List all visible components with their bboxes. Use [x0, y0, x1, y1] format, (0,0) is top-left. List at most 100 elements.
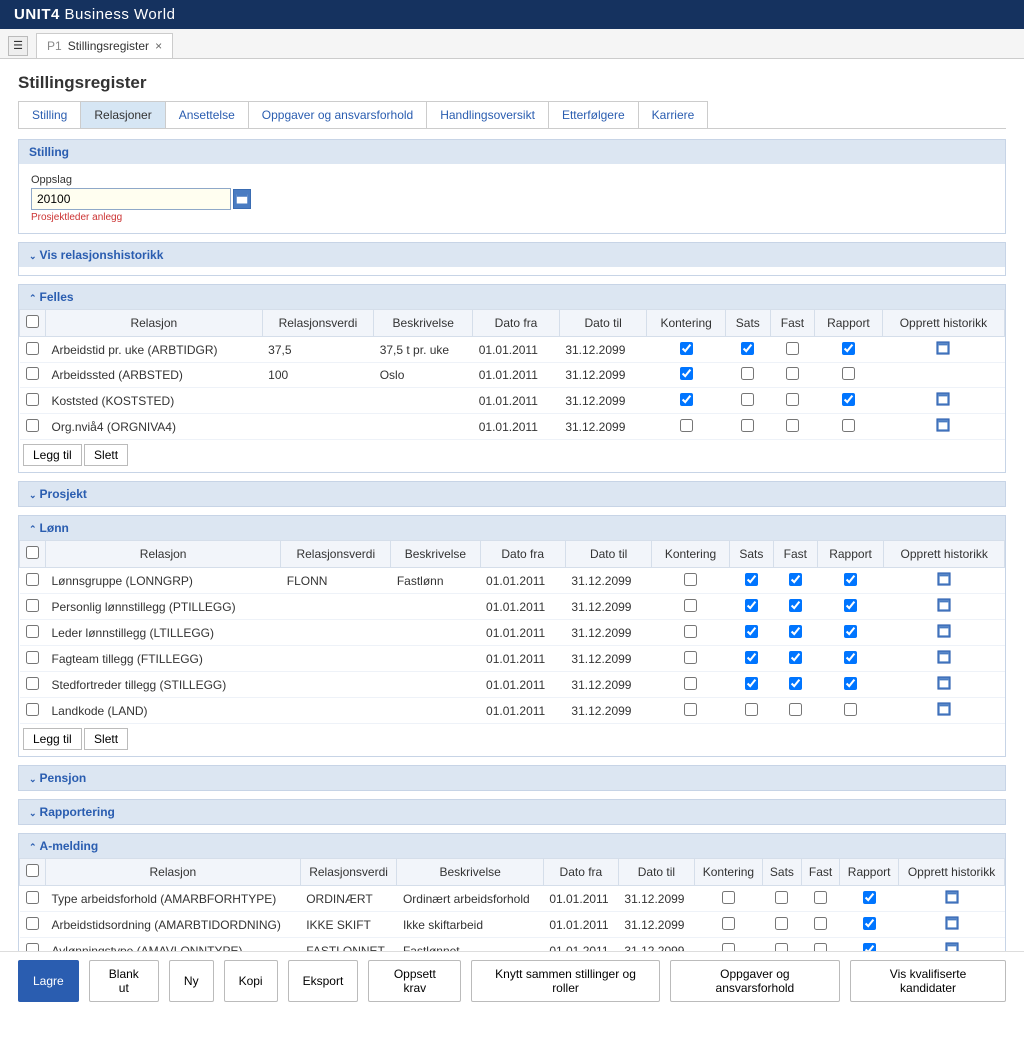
checkbox[interactable]: [680, 393, 693, 406]
historikk-icon[interactable]: [937, 572, 951, 586]
checkbox[interactable]: [775, 917, 788, 930]
historikk-icon[interactable]: [945, 890, 959, 904]
row-select-checkbox[interactable]: [26, 342, 39, 355]
section-amelding-head[interactable]: ⌃A-melding: [19, 834, 1005, 858]
checkbox[interactable]: [786, 367, 799, 380]
checkbox[interactable]: [745, 703, 758, 716]
section-vis-historikk-head[interactable]: ⌄Vis relasjonshistorikk: [19, 243, 1005, 267]
historikk-icon[interactable]: [936, 392, 950, 406]
checkbox[interactable]: [745, 599, 758, 612]
blankut-button[interactable]: Blank ut: [89, 960, 159, 1002]
checkbox[interactable]: [814, 891, 827, 904]
checkbox[interactable]: [844, 677, 857, 690]
leggtil-button[interactable]: Legg til: [23, 444, 82, 466]
row-select-checkbox[interactable]: [26, 625, 39, 638]
tab-ansettelse[interactable]: Ansettelse: [165, 101, 249, 128]
table-row[interactable]: Org.nviå4 (ORGNIVA4)01.01.201131.12.2099: [20, 414, 1005, 440]
historikk-icon[interactable]: [937, 650, 951, 664]
historikk-icon[interactable]: [937, 676, 951, 690]
table-row[interactable]: Stedfortreder tillegg (STILLEGG)01.01.20…: [20, 672, 1005, 698]
row-select-checkbox[interactable]: [26, 891, 39, 904]
checkbox[interactable]: [786, 342, 799, 355]
checkbox[interactable]: [842, 393, 855, 406]
checkbox[interactable]: [741, 393, 754, 406]
menu-icon[interactable]: ☰: [8, 36, 28, 56]
checkbox[interactable]: [745, 625, 758, 638]
oppgaver-button[interactable]: Oppgaver og ansvarsforhold: [670, 960, 840, 1002]
checkbox[interactable]: [844, 703, 857, 716]
select-all-checkbox[interactable]: [26, 546, 39, 559]
historikk-icon[interactable]: [937, 598, 951, 612]
checkbox[interactable]: [842, 342, 855, 355]
checkbox[interactable]: [684, 651, 697, 664]
table-row[interactable]: Arbeidstidsordning (AMARBTIDORDNING)IKKE…: [20, 912, 1005, 938]
historikk-icon[interactable]: [937, 624, 951, 638]
eksport-button[interactable]: Eksport: [288, 960, 359, 1002]
kopi-button[interactable]: Kopi: [224, 960, 278, 1002]
checkbox[interactable]: [814, 917, 827, 930]
checkbox[interactable]: [684, 677, 697, 690]
checkbox[interactable]: [844, 651, 857, 664]
table-row[interactable]: Leder lønnstillegg (LTILLEGG)01.01.20113…: [20, 620, 1005, 646]
table-row[interactable]: Arbeidstid pr. uke (ARBTIDGR)37,537,5 t …: [20, 337, 1005, 363]
oppsettkrav-button[interactable]: Oppsett krav: [368, 960, 461, 1002]
tab-karriere[interactable]: Karriere: [638, 101, 709, 128]
historikk-icon[interactable]: [936, 341, 950, 355]
checkbox[interactable]: [680, 342, 693, 355]
select-all-checkbox[interactable]: [26, 315, 39, 328]
checkbox[interactable]: [741, 342, 754, 355]
checkbox[interactable]: [789, 651, 802, 664]
table-row[interactable]: Arbeidssted (ARBSTED)100Oslo01.01.201131…: [20, 363, 1005, 388]
row-select-checkbox[interactable]: [26, 599, 39, 612]
checkbox[interactable]: [684, 625, 697, 638]
checkbox[interactable]: [842, 367, 855, 380]
tab-handlingsoversikt[interactable]: Handlingsoversikt: [426, 101, 549, 128]
row-select-checkbox[interactable]: [26, 419, 39, 432]
historikk-icon[interactable]: [937, 702, 951, 716]
checkbox[interactable]: [789, 599, 802, 612]
row-select-checkbox[interactable]: [26, 917, 39, 930]
checkbox[interactable]: [789, 703, 802, 716]
table-row[interactable]: Koststed (KOSTSTED)01.01.201131.12.2099: [20, 388, 1005, 414]
table-row[interactable]: Type arbeidsforhold (AMARBFORHTYPE)ORDIN…: [20, 886, 1005, 912]
close-icon[interactable]: ×: [155, 39, 162, 53]
select-all-checkbox[interactable]: [26, 864, 39, 877]
checkbox[interactable]: [745, 677, 758, 690]
row-select-checkbox[interactable]: [26, 651, 39, 664]
checkbox[interactable]: [863, 891, 876, 904]
viskvalifiserte-button[interactable]: Vis kvalifiserte kandidater: [850, 960, 1006, 1002]
checkbox[interactable]: [786, 393, 799, 406]
row-select-checkbox[interactable]: [26, 677, 39, 690]
slett-button[interactable]: Slett: [84, 728, 128, 750]
table-row[interactable]: Personlig lønnstillegg (PTILLEGG)01.01.2…: [20, 594, 1005, 620]
checkbox[interactable]: [842, 419, 855, 432]
table-row[interactable]: Fagteam tillegg (FTILLEGG)01.01.201131.1…: [20, 646, 1005, 672]
checkbox[interactable]: [789, 625, 802, 638]
checkbox[interactable]: [684, 703, 697, 716]
section-rapportering-head[interactable]: ⌄Rapportering: [19, 800, 1005, 824]
checkbox[interactable]: [745, 573, 758, 586]
checkbox[interactable]: [775, 891, 788, 904]
tab-etterfolgere[interactable]: Etterfølgere: [548, 101, 639, 128]
tab-oppgaver[interactable]: Oppgaver og ansvarsforhold: [248, 101, 427, 128]
checkbox[interactable]: [844, 599, 857, 612]
oppslag-input[interactable]: [31, 188, 231, 210]
historikk-icon[interactable]: [945, 916, 959, 930]
lagre-button[interactable]: Lagre: [18, 960, 79, 1002]
checkbox[interactable]: [722, 917, 735, 930]
tab-stilling[interactable]: Stilling: [18, 101, 81, 128]
leggtil-button[interactable]: Legg til: [23, 728, 82, 750]
section-pensjon-head[interactable]: ⌄Pensjon: [19, 766, 1005, 790]
row-select-checkbox[interactable]: [26, 573, 39, 586]
checkbox[interactable]: [741, 367, 754, 380]
section-felles-head[interactable]: ⌃Felles: [19, 285, 1005, 309]
checkbox[interactable]: [684, 599, 697, 612]
checkbox[interactable]: [844, 625, 857, 638]
row-select-checkbox[interactable]: [26, 393, 39, 406]
checkbox[interactable]: [680, 419, 693, 432]
window-tab-stillingsregister[interactable]: P1 Stillingsregister ×: [36, 33, 173, 58]
row-select-checkbox[interactable]: [26, 367, 39, 380]
checkbox[interactable]: [722, 891, 735, 904]
historikk-icon[interactable]: [936, 418, 950, 432]
checkbox[interactable]: [741, 419, 754, 432]
